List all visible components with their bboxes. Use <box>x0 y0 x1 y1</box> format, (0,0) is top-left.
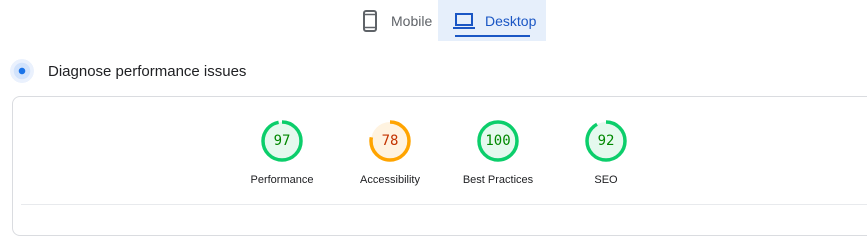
smartphone-icon <box>358 9 382 33</box>
diagnose-header: Diagnose performance issues <box>10 59 246 83</box>
gauge-score: 92 <box>597 133 615 149</box>
gauge-score: 97 <box>273 133 291 149</box>
gauge-label: Best Practices <box>462 174 534 186</box>
gauge-seo[interactable]: 92 SEO <box>561 119 651 186</box>
gauge-score: 78 <box>381 133 399 149</box>
card-divider <box>21 204 867 205</box>
gauge-best-practices[interactable]: 100 Best Practices <box>453 119 543 186</box>
diagnose-title: Diagnose performance issues <box>48 62 247 80</box>
gauge-label: SEO <box>594 174 618 186</box>
tab-desktop-label: Desktop <box>485 12 537 29</box>
tab-desktop[interactable]: Desktop <box>438 0 546 41</box>
gauge-label: Accessibility <box>360 174 420 186</box>
tab-mobile[interactable]: Mobile <box>342 0 438 41</box>
scores-card <box>12 96 867 236</box>
gauge-label: Performance <box>250 174 314 186</box>
gauge-score: 100 <box>485 133 511 149</box>
device-tabs: Mobile Desktop <box>342 0 546 41</box>
tab-mobile-label: Mobile <box>391 12 433 29</box>
laptop-icon <box>452 9 476 33</box>
gauge-performance[interactable]: 97 Performance <box>237 119 327 186</box>
lighthouse-icon <box>10 59 34 83</box>
gauge-accessibility[interactable]: 78 Accessibility <box>345 119 435 186</box>
